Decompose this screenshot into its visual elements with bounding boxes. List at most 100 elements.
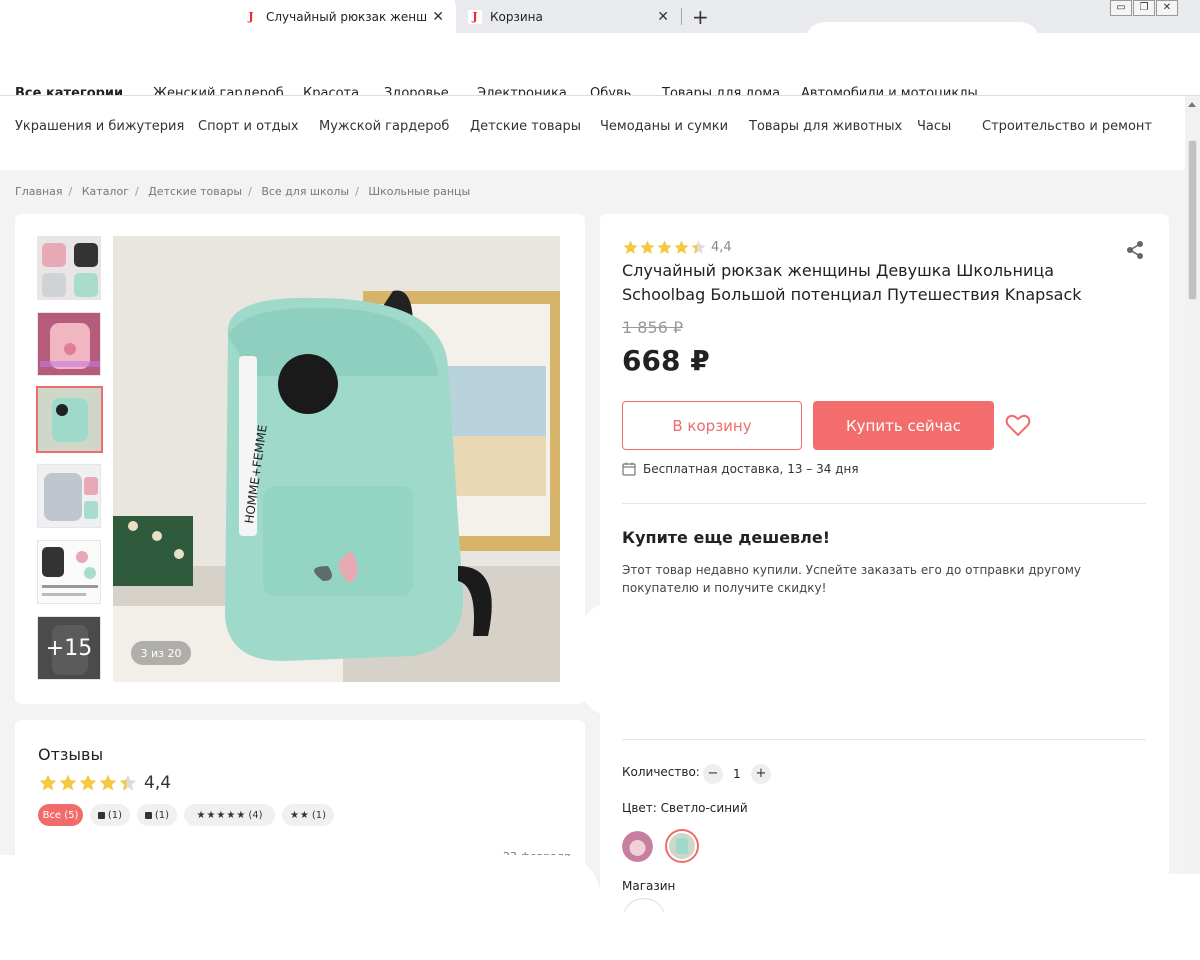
close-tab-icon[interactable]: ✕ — [657, 9, 669, 25]
color-swatch-pink[interactable] — [622, 831, 653, 862]
image-icon — [98, 811, 105, 819]
scroll-up-icon[interactable] — [1188, 102, 1196, 107]
top-menu: Все категории Женский гардероб Красота З… — [0, 80, 1200, 96]
page-scrollbar[interactable] — [1185, 96, 1200, 960]
category-link[interactable]: Мужской гардероб — [319, 119, 449, 134]
star-icon — [691, 240, 706, 254]
comment-icon — [145, 811, 152, 819]
gallery-thumbnail-selected[interactable] — [36, 386, 103, 453]
category-link[interactable]: Строительство и ремонт — [982, 119, 1152, 134]
mint-backpack-swatch-image — [669, 833, 695, 859]
product-title: Случайный рюкзак женщины Девушка Школьни… — [622, 261, 1082, 304]
pink-backpack-swatch-image — [622, 831, 653, 862]
filter-comment-chip[interactable]: (1) — [137, 804, 177, 826]
tab-title: Случайный рюкзак женщины Д — [266, 9, 426, 24]
star-icon — [99, 774, 117, 791]
filter-count: (1) — [107, 809, 122, 821]
share-icon[interactable] — [1125, 240, 1145, 260]
rating-value: 4,4 — [711, 240, 732, 255]
star-icon — [39, 774, 57, 791]
more-images-label: +15 — [38, 617, 100, 679]
quantity-decrease-button[interactable]: − — [703, 764, 723, 784]
gallery-thumbnail[interactable] — [37, 236, 101, 300]
mint-backpack-photo: HOMME+FEMME — [113, 236, 560, 682]
gallery-thumbnail[interactable] — [37, 312, 101, 376]
reviews-rating-value: 4,4 — [144, 773, 172, 793]
breadcrumb-item[interactable]: Детские товары — [148, 185, 242, 198]
minimize-window-icon[interactable]: ▭ — [1110, 0, 1132, 16]
backpack-features-image — [38, 541, 100, 603]
divider — [622, 503, 1146, 504]
breadcrumb: Главная / Каталог / Детские товары / Все дл… — [15, 185, 471, 198]
site-favicon-icon: J — [468, 9, 482, 24]
top-menu-item[interactable]: Автомобили и мотоциклы — [801, 86, 978, 95]
heart-icon[interactable] — [1005, 413, 1031, 437]
top-menu-item[interactable]: Электроника — [477, 86, 567, 95]
main-product-image[interactable]: HOMME+FEMME — [113, 236, 560, 682]
add-to-cart-button[interactable]: В корзину — [622, 401, 802, 450]
gallery-thumbnail[interactable] — [37, 464, 101, 528]
breadcrumb-item[interactable]: Все для школы — [261, 185, 349, 198]
top-menu-item[interactable]: Здоровье — [384, 86, 449, 95]
breadcrumb-item[interactable]: Каталог — [82, 185, 129, 198]
five-stars-icon: ★★★★★ — [196, 809, 247, 821]
category-nav: Украшения и бижутерия Спорт и отдых Мужс… — [0, 96, 1185, 170]
redaction-blob — [1080, 874, 1200, 960]
category-link[interactable]: Товары для животных — [749, 119, 902, 134]
browser-tab-cart[interactable]: J Корзина ✕ — [456, 0, 681, 33]
filter-count: (1) — [154, 809, 169, 821]
color-label: Цвет: — [622, 801, 657, 815]
reviews-rating: 4,4 — [38, 773, 171, 793]
category-link[interactable]: Детские товары — [470, 119, 581, 134]
top-menu-item[interactable]: Женский гардероб — [153, 86, 284, 95]
top-menu-item[interactable]: Товары для дома — [662, 86, 780, 95]
cheaper-text: Этот товар недавно купили. Успейте заказ… — [622, 563, 1082, 595]
filter-photo-chip[interactable]: (1) — [90, 804, 130, 826]
mint-backpack-image — [38, 388, 101, 451]
tab-title: Корзина — [490, 9, 543, 24]
quantity-value[interactable]: 1 — [733, 767, 741, 781]
close-tab-icon[interactable]: ✕ — [432, 9, 444, 25]
redaction-blob — [0, 855, 600, 960]
filter-two-stars-chip[interactable]: ★★ (1) — [282, 804, 334, 826]
cheaper-title: Купите еще дешевле! — [622, 528, 831, 547]
color-swatch-mint-selected[interactable] — [665, 829, 699, 863]
quantity-increase-button[interactable]: + — [751, 764, 771, 784]
star-icon — [119, 774, 137, 791]
new-tab-button[interactable]: + — [692, 5, 709, 29]
category-link[interactable]: Украшения и бижутерия — [15, 119, 184, 134]
filter-all-chip[interactable]: Все (5) — [38, 804, 83, 826]
scroll-thumb[interactable] — [1188, 140, 1197, 300]
star-icon — [623, 240, 638, 254]
two-stars-icon: ★★ — [289, 809, 310, 821]
current-price: 668 ₽ — [622, 344, 710, 377]
star-icon — [657, 240, 672, 254]
reviews-title: Отзывы — [38, 745, 104, 764]
color-value: Светло-синий — [660, 801, 748, 815]
color-selection: Цвет: Светло-синий — [622, 801, 748, 815]
pink-backpack-image — [38, 313, 100, 375]
image-counter: 3 из 20 — [131, 641, 191, 665]
close-window-icon[interactable]: ✕ — [1156, 0, 1178, 16]
top-menu-item[interactable]: Обувь — [590, 86, 631, 95]
category-link[interactable]: Часы — [917, 119, 951, 134]
gallery-thumbnail[interactable] — [37, 540, 101, 604]
all-categories-link[interactable]: Все категории — [15, 86, 123, 95]
backpacks-collage-image — [38, 237, 100, 299]
delivery-info: Бесплатная доставка, 13 – 34 дня — [622, 462, 859, 476]
restore-window-icon[interactable]: ❐ — [1133, 0, 1155, 16]
filter-five-stars-chip[interactable]: ★★★★★ (4) — [184, 804, 275, 826]
browser-tab-product[interactable]: J Случайный рюкзак женщины Д ✕ — [230, 0, 456, 33]
star-icon — [59, 774, 77, 791]
shop-label: Магазин — [622, 879, 676, 893]
gallery-thumbnail-more[interactable]: +15 — [37, 616, 101, 680]
buy-now-button[interactable]: Купить сейчас — [813, 401, 994, 450]
breadcrumb-item[interactable]: Школьные ранцы — [368, 185, 470, 198]
filter-count: (4) — [248, 809, 263, 821]
category-link[interactable]: Чемоданы и сумки — [600, 119, 728, 134]
star-icon — [79, 774, 97, 791]
category-link[interactable]: Спорт и отдых — [198, 119, 299, 134]
breadcrumb-item[interactable]: Главная — [15, 185, 63, 198]
divider — [622, 739, 1146, 740]
top-menu-item[interactable]: Красота — [303, 86, 359, 95]
